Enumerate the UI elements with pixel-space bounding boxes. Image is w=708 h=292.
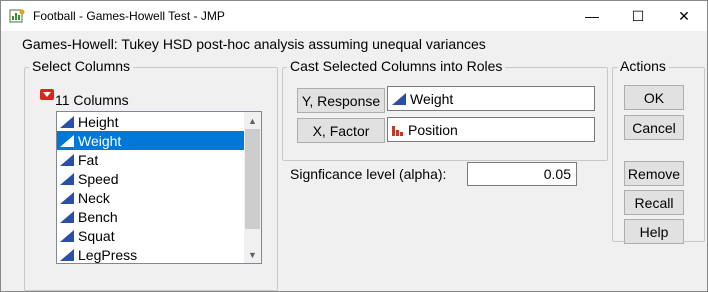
dialog-content: Games-Howell: Tukey HSD post-hoc analysi… bbox=[1, 31, 707, 291]
column-listbox[interactable]: Height Weight Fat Speed Neck Bench Squat LegPre… bbox=[56, 111, 262, 264]
help-button[interactable]: Help bbox=[624, 219, 684, 244]
close-button[interactable]: ✕ bbox=[661, 1, 707, 31]
hotspot-red-triangle-icon[interactable] bbox=[40, 89, 54, 100]
maximize-icon: ☐ bbox=[631, 7, 645, 24]
title-bar[interactable]: Football - Games-Howell Test - JMP — ☐ ✕ bbox=[1, 1, 707, 31]
column-list-item-label: Height bbox=[78, 113, 119, 130]
x-factor-value: Position bbox=[408, 121, 458, 138]
cancel-button[interactable]: Cancel bbox=[624, 115, 684, 140]
column-list-item[interactable]: Fat bbox=[57, 150, 244, 169]
column-list-item-label: LegPress bbox=[78, 246, 138, 263]
column-list-item[interactable]: Bench bbox=[57, 207, 244, 226]
cast-roles-legend: Cast Selected Columns into Roles bbox=[287, 58, 506, 74]
y-response-button[interactable]: Y, Response bbox=[297, 88, 385, 113]
column-list-item[interactable]: Squat bbox=[57, 226, 244, 245]
alpha-input[interactable] bbox=[467, 162, 577, 186]
continuous-icon bbox=[60, 153, 74, 166]
jmp-app-icon bbox=[9, 9, 25, 23]
close-icon: ✕ bbox=[678, 7, 690, 24]
column-list-item[interactable]: Weight bbox=[57, 131, 244, 150]
continuous-icon bbox=[60, 248, 74, 261]
select-columns-group: Select Columns 11 Columns Height Weight Fa… bbox=[24, 58, 278, 291]
column-list-item-label: Neck bbox=[78, 189, 110, 206]
cast-roles-group: Cast Selected Columns into Roles Y, Resp… bbox=[282, 58, 608, 161]
continuous-icon bbox=[60, 210, 74, 223]
actions-group: Actions OK Cancel Remove Recall Help bbox=[612, 58, 705, 244]
recall-button[interactable]: Recall bbox=[624, 190, 684, 215]
scroll-down-arrow-icon[interactable]: ▼ bbox=[244, 246, 261, 263]
column-list-item-label: Fat bbox=[78, 151, 99, 168]
scroll-up-arrow-icon[interactable]: ▲ bbox=[244, 112, 261, 129]
nominal-icon bbox=[392, 125, 403, 136]
minimize-button[interactable]: — bbox=[569, 1, 615, 31]
y-response-value: Weight bbox=[410, 90, 454, 107]
x-factor-role-box[interactable]: Position bbox=[387, 117, 595, 142]
continuous-icon bbox=[392, 92, 406, 105]
column-list-item[interactable]: Height bbox=[57, 112, 244, 131]
dialog-window: Football - Games-Howell Test - JMP — ☐ ✕… bbox=[0, 0, 708, 292]
column-list-item[interactable]: Speed bbox=[57, 169, 244, 188]
alpha-label: Signficance level (alpha): bbox=[290, 166, 447, 182]
scrollbar-thumb[interactable] bbox=[245, 129, 260, 229]
column-list-item-label: Weight bbox=[78, 132, 122, 149]
column-list-item-label: Squat bbox=[78, 227, 115, 244]
column-count-label: 11 Columns bbox=[55, 92, 129, 108]
continuous-icon bbox=[60, 134, 74, 147]
continuous-icon bbox=[60, 229, 74, 242]
column-list-item[interactable]: Neck bbox=[57, 188, 244, 207]
minimize-icon: — bbox=[585, 8, 599, 24]
continuous-icon bbox=[60, 172, 74, 185]
actions-legend: Actions bbox=[617, 58, 669, 74]
maximize-button[interactable]: ☐ bbox=[615, 1, 661, 31]
column-list-scrollbar[interactable]: ▲ ▼ bbox=[244, 112, 261, 263]
dialog-subtitle: Games-Howell: Tukey HSD post-hoc analysi… bbox=[22, 36, 486, 52]
x-factor-button[interactable]: X, Factor bbox=[297, 118, 385, 143]
ok-button[interactable]: OK bbox=[624, 85, 684, 110]
column-list-item-label: Speed bbox=[78, 170, 119, 187]
remove-button[interactable]: Remove bbox=[624, 161, 684, 186]
continuous-icon bbox=[60, 191, 74, 204]
continuous-icon bbox=[60, 115, 74, 128]
select-columns-legend: Select Columns bbox=[29, 58, 134, 74]
y-response-role-box[interactable]: Weight bbox=[387, 86, 595, 111]
column-list-item[interactable]: LegPress bbox=[57, 245, 244, 263]
column-list-item-label: Bench bbox=[78, 208, 118, 225]
window-title: Football - Games-Howell Test - JMP bbox=[33, 9, 225, 23]
